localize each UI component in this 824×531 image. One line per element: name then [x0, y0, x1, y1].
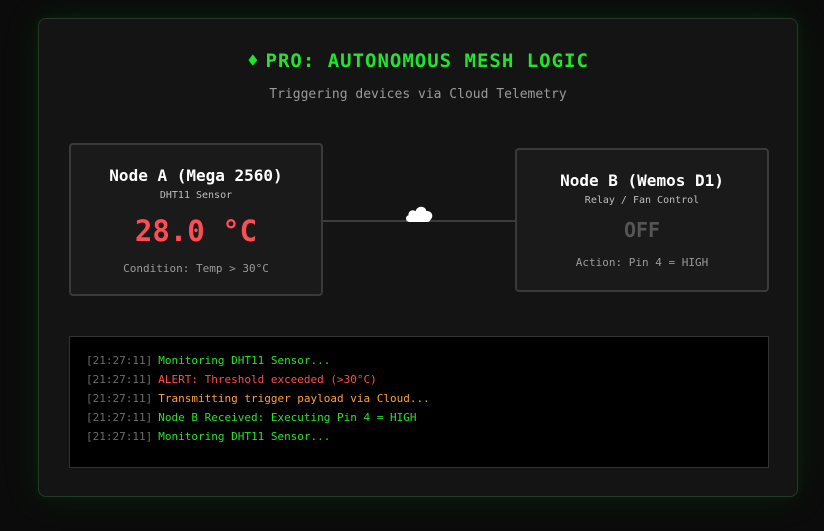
log-timestamp: [21:27:11] — [86, 411, 153, 424]
log-message: Monitoring DHT11 Sensor... — [158, 354, 331, 367]
page-subtitle: Triggering devices via Cloud Telemetry — [269, 87, 567, 102]
log-message: Transmitting trigger payload via Cloud..… — [158, 392, 430, 405]
page-title: ♦ PRO: AUTONOMOUS MESH LOGIC — [39, 50, 797, 72]
log-message: ALERT: Threshold exceeded (>30°C) — [158, 373, 377, 386]
log-timestamp: [21:27:11] — [86, 392, 153, 405]
log-line: [21:27:11] ALERT: Threshold exceeded (>30… — [86, 370, 768, 389]
log-message: Monitoring DHT11 Sensor... — [158, 430, 331, 443]
log-line: [21:27:11] Transmitting trigger payload v… — [86, 389, 768, 408]
page-title-text: PRO: AUTONOMOUS MESH LOGIC — [265, 50, 589, 72]
log-timestamp: [21:27:11] — [86, 354, 153, 367]
log-timestamp: [21:27:11] — [86, 430, 153, 443]
diamond-icon: ♦ — [247, 50, 260, 72]
log-timestamp: [21:27:11] — [86, 373, 153, 386]
node-a-card: Node A (Mega 2560) DHT11 Sensor 28.0 °C … — [69, 143, 323, 296]
log-line: [21:27:11] Monitoring DHT11 Sensor... — [86, 427, 768, 446]
cloud-icon — [405, 206, 433, 222]
event-log-console[interactable]: [21:27:11] Monitoring DHT11 Sensor... [21… — [69, 336, 769, 468]
log-line: [21:27:11] Monitoring DHT11 Sensor... — [86, 351, 768, 370]
node-b-card: Node B (Wemos D1) Relay / Fan Control OF… — [515, 148, 769, 292]
relay-state: OFF — [623, 218, 661, 242]
node-a-subtitle: DHT11 Sensor — [159, 190, 233, 201]
node-b-subtitle: Relay / Fan Control — [584, 195, 700, 206]
log-message: Node B Received: Executing Pin 4 = HIGH — [158, 411, 417, 424]
node-a-condition: Condition: Temp > 30°C — [123, 262, 269, 275]
node-b-title: Node B (Wemos D1) — [560, 171, 724, 190]
temperature-reading: 28.0 °C — [134, 214, 258, 248]
node-a-title: Node A (Mega 2560) — [109, 166, 283, 185]
log-line: [21:27:11] Node B Received: Executing Pin… — [86, 408, 768, 427]
mesh-logic-panel: ♦ PRO: AUTONOMOUS MESH LOGIC Triggering d… — [38, 18, 798, 497]
node-b-action: Action: Pin 4 = HIGH — [575, 256, 709, 269]
